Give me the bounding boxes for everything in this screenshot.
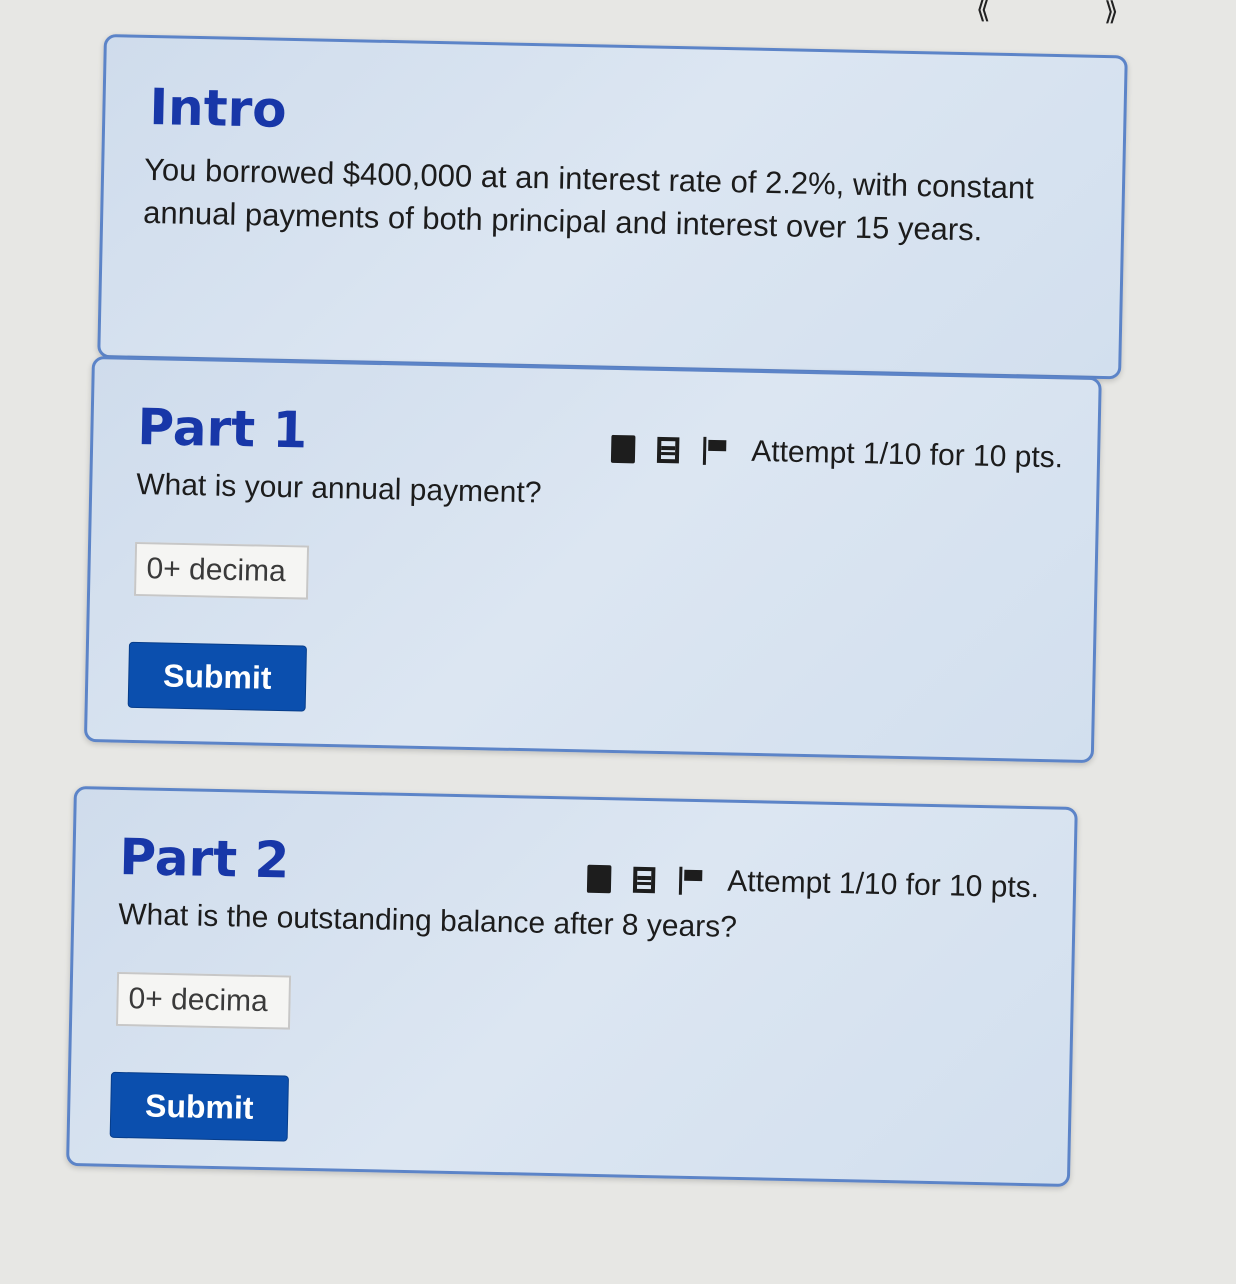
part-2-submit-button[interactable]: Submit	[109, 1071, 289, 1142]
intro-card: Intro You borrowed $400,000 at an intere…	[97, 34, 1128, 380]
part-1-answer-input[interactable]	[133, 541, 310, 600]
flag-icon[interactable]	[677, 867, 706, 896]
part-2-card: Part 2 Attempt 1/10 for 10 pts. What is …	[66, 786, 1078, 1187]
calculator-icon[interactable]	[633, 866, 656, 894]
part-2-title: Part 2	[118, 827, 290, 890]
notes-icon[interactable]	[587, 864, 612, 894]
part-1-toolbar: Attempt 1/10 for 10 pts.	[611, 432, 1063, 475]
intro-text: You borrowed $400,000 at an interest rat…	[142, 151, 1035, 248]
next-arrows-icon[interactable]: ⟫	[1104, 0, 1118, 24]
previous-arrows-icon[interactable]: ⟪	[976, 0, 990, 22]
part-1-card: Part 1 Attempt 1/10 for 10 pts. What is …	[83, 356, 1102, 764]
attempt-status: Attempt 1/10 for 10 pts.	[750, 434, 1064, 475]
part-2-answer-input[interactable]	[115, 971, 292, 1030]
intro-title: Intro	[148, 77, 288, 139]
part-2-question: What is the outstanding balance after 8 …	[117, 897, 738, 944]
attempt-status: Attempt 1/10 for 10 pts.	[726, 864, 1040, 905]
part-1-submit-button[interactable]: Submit	[127, 641, 307, 712]
part-1-question: What is your annual payment?	[135, 467, 542, 510]
part-2-toolbar: Attempt 1/10 for 10 pts.	[587, 862, 1039, 905]
calculator-icon[interactable]	[657, 436, 680, 464]
notes-icon[interactable]	[611, 434, 636, 464]
part-1-title: Part 1	[136, 397, 308, 460]
flag-icon[interactable]	[701, 437, 730, 466]
